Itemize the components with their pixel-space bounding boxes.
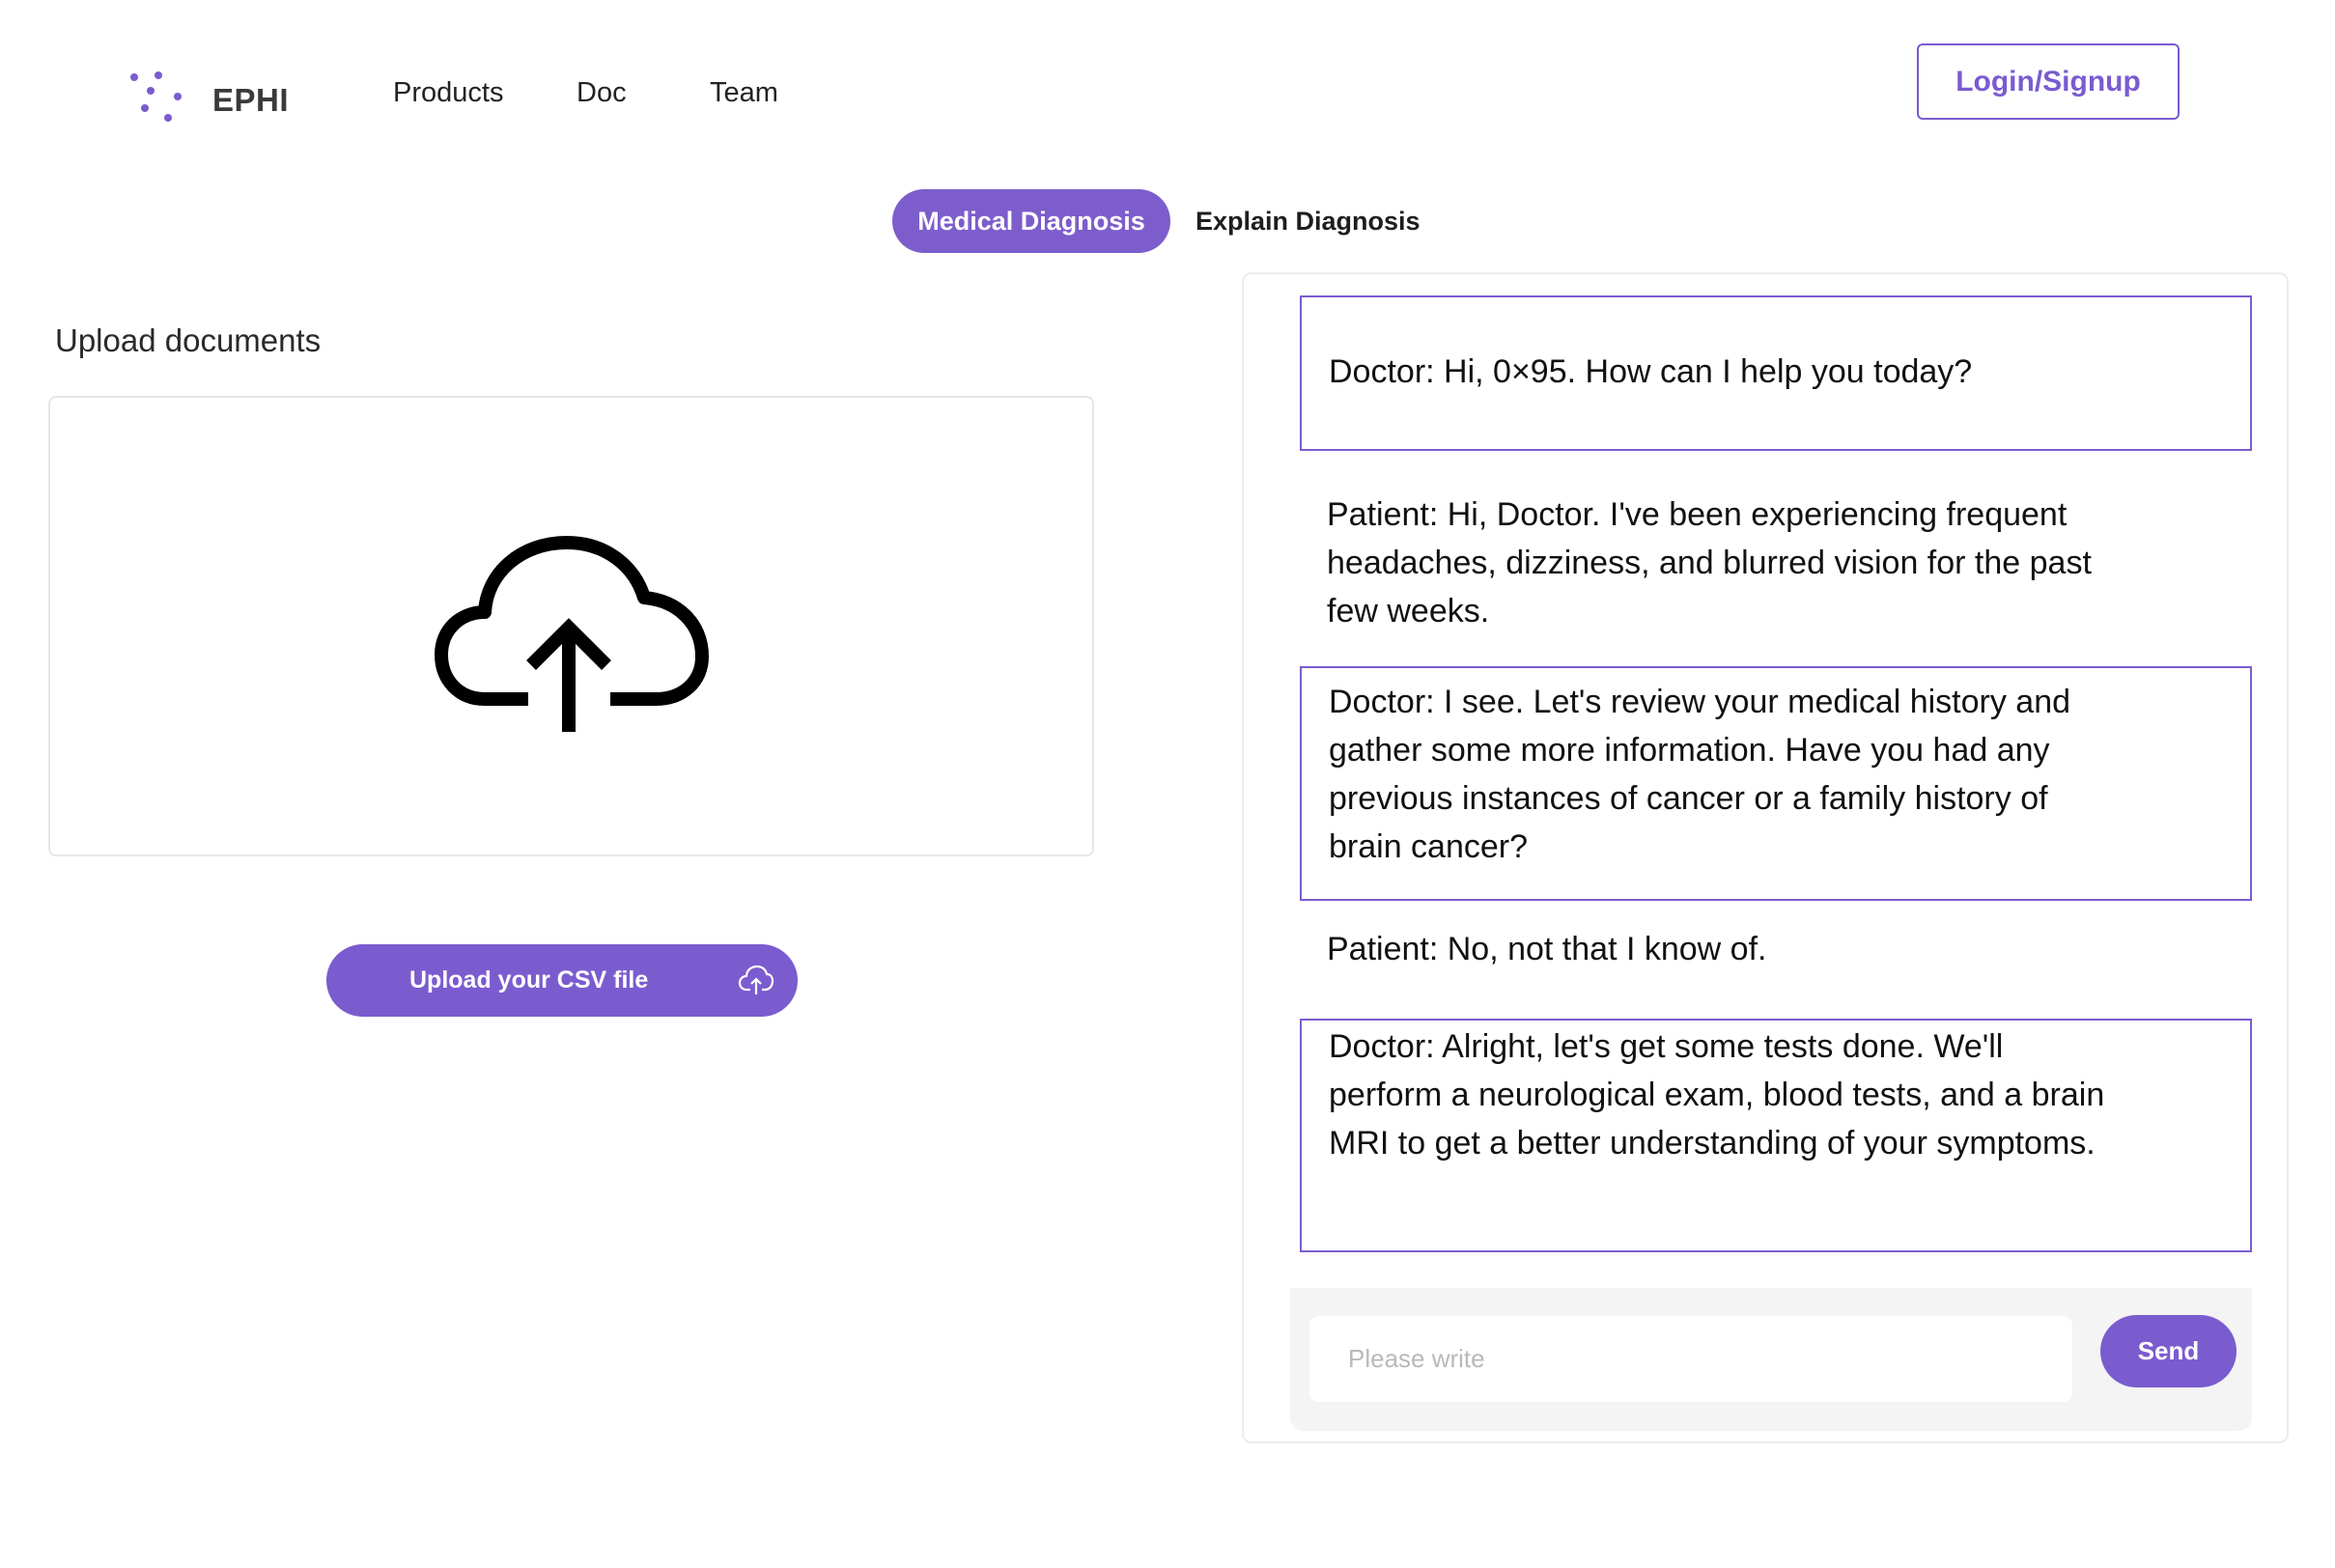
chat-message-input[interactable] [1309, 1316, 2072, 1402]
nav-doc[interactable]: Doc [577, 77, 627, 109]
chat-message-doctor: Doctor: I see. Let's review your medical… [1300, 666, 2252, 901]
chat-message-doctor: Doctor: Alright, let's get some tests do… [1300, 1019, 2252, 1252]
chat-composer: Send [1290, 1288, 2252, 1431]
tab-medical-diagnosis[interactable]: Medical Diagnosis [892, 189, 1170, 253]
nav-team[interactable]: Team [710, 77, 778, 109]
upload-csv-label: Upload your CSV file [409, 966, 649, 994]
nav-products[interactable]: Products [393, 77, 503, 109]
login-signup-button[interactable]: Login/Signup [1917, 43, 2180, 120]
chat-message-patient: Patient: Hi, Doctor. I've been experienc… [1327, 496, 2092, 630]
page: EPHI Products Doc Team Login/Signup Medi… [0, 0, 2335, 1568]
chat-message-patient: Patient: No, not that I know of. [1327, 931, 1767, 967]
brand-name: EPHI [212, 82, 290, 118]
chat-panel: Doctor: Hi, 0×95. How can I help you tod… [1242, 272, 2289, 1443]
brand-logo[interactable]: EPHI [129, 71, 289, 129]
cloud-upload-icon [738, 965, 774, 994]
chat-message-doctor: Doctor: Hi, 0×95. How can I help you tod… [1300, 295, 2252, 451]
logo-dots-icon [130, 71, 182, 122]
send-button[interactable]: Send [2100, 1315, 2237, 1387]
cloud-upload-icon [434, 535, 709, 732]
tab-explain-diagnosis[interactable]: Explain Diagnosis [1184, 189, 1435, 253]
upload-title: Upload documents [55, 322, 322, 358]
file-dropzone[interactable] [48, 396, 1094, 856]
upload-csv-button[interactable]: Upload your CSV file [326, 944, 798, 1017]
